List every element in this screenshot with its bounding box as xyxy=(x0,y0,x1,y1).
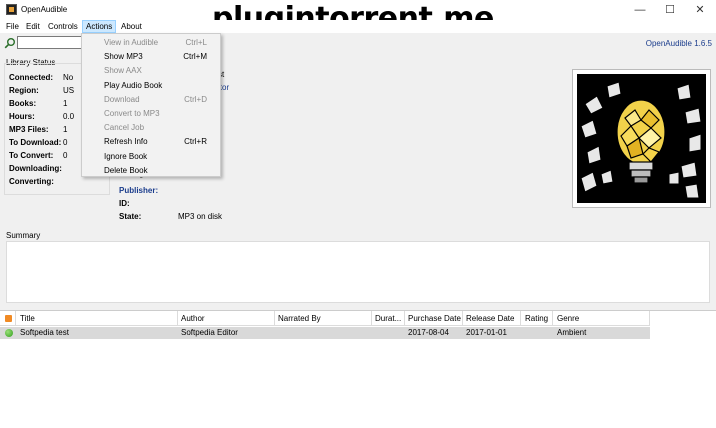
table-header: Title Author Narrated By Durat... Purcha… xyxy=(0,311,650,326)
cell-release-date: 2017-01-01 xyxy=(466,328,507,337)
status-value: 0.0 xyxy=(63,112,75,121)
column-rating[interactable]: Rating xyxy=(525,314,548,323)
column-divider[interactable] xyxy=(371,311,372,326)
menu-item-label: Ignore Book xyxy=(104,151,148,161)
menu-file[interactable]: File xyxy=(3,21,22,32)
status-value: 1 xyxy=(63,99,68,108)
summary-title: Summary xyxy=(6,231,41,240)
minimize-icon: — xyxy=(634,4,646,16)
state-label: State: xyxy=(119,212,142,221)
rss-icon xyxy=(5,315,12,322)
menu-item-label: View in Audible xyxy=(104,38,159,47)
id-label: ID: xyxy=(119,199,130,208)
menu-item-label: Play Audio Book xyxy=(104,80,163,90)
table-row[interactable]: Softpedia test Softpedia Editor 2017-08-… xyxy=(0,327,650,339)
menu-item-label: Cancel Job xyxy=(104,123,145,133)
menu-item-refresh-info[interactable]: Refresh Info Ctrl+R xyxy=(82,134,220,148)
column-divider[interactable] xyxy=(520,311,521,326)
column-divider[interactable] xyxy=(649,311,650,326)
maximize-icon: ☐ xyxy=(665,4,675,16)
menu-item-ignore-book[interactable]: Ignore Book xyxy=(82,149,220,163)
menu-edit[interactable]: Edit xyxy=(23,21,43,32)
status-value: No xyxy=(63,73,74,82)
column-divider[interactable] xyxy=(274,311,275,326)
cell-title: Softpedia test xyxy=(20,328,69,337)
minimize-button[interactable]: — xyxy=(625,0,655,20)
menu-item-play-audio-book[interactable]: Play Audio Book xyxy=(82,78,220,92)
column-genre[interactable]: Genre xyxy=(557,314,579,323)
status-value: 0 xyxy=(63,151,68,160)
publisher-label: Publisher: xyxy=(119,186,159,195)
menu-about[interactable]: About xyxy=(118,21,145,32)
status-value: US xyxy=(63,86,75,95)
column-title[interactable]: Title xyxy=(20,314,35,323)
column-narrated-by[interactable]: Narrated By xyxy=(278,314,321,323)
menu-item-label: Download xyxy=(104,94,140,104)
status-value: 1 xyxy=(63,125,68,134)
column-divider[interactable] xyxy=(15,311,16,326)
menu-bar: File Edit Controls Actions About xyxy=(0,20,716,33)
menu-item-shortcut: Ctrl+D xyxy=(184,94,207,104)
menu-item-shortcut: Ctrl+L xyxy=(185,38,207,47)
menu-item-shortcut: Ctrl+M xyxy=(183,52,207,62)
menu-item-cancel-job: Cancel Job xyxy=(82,120,220,134)
menu-item-convert-to-mp3: Convert to MP3 xyxy=(82,106,220,120)
column-divider[interactable] xyxy=(177,311,178,326)
status-label: Books: xyxy=(9,99,37,108)
column-release-date[interactable]: Release Date xyxy=(466,314,514,323)
app-icon xyxy=(6,4,17,15)
column-divider[interactable] xyxy=(404,311,405,326)
book-table: Title Author Narrated By Durat... Purcha… xyxy=(0,310,716,428)
menu-item-label: Show MP3 xyxy=(104,52,143,62)
status-label: Hours: xyxy=(9,112,35,121)
search-icon[interactable] xyxy=(4,37,16,49)
status-value: 0 xyxy=(63,138,68,147)
status-label: Connected: xyxy=(9,73,53,82)
close-icon: ✕ xyxy=(695,4,705,16)
column-author[interactable]: Author xyxy=(181,314,205,323)
column-purchase-date[interactable]: Purchase Date xyxy=(408,314,461,323)
menu-item-view-in-audible: View in Audible Ctrl+L xyxy=(82,35,220,49)
cell-purchase-date: 2017-08-04 xyxy=(408,328,449,337)
maximize-button[interactable]: ☐ xyxy=(655,0,685,20)
lightbulb-image xyxy=(577,74,706,203)
status-label: Converting: xyxy=(9,177,54,186)
book-cover xyxy=(572,69,711,208)
green-status-icon xyxy=(5,329,13,337)
column-divider[interactable] xyxy=(462,311,463,326)
menu-item-shortcut: Ctrl+R xyxy=(184,137,207,147)
state-value: MP3 on disk xyxy=(178,212,223,221)
menu-item-label: Delete Book xyxy=(104,165,148,175)
menu-controls[interactable]: Controls xyxy=(45,21,81,32)
status-label: Region: xyxy=(9,86,39,95)
menu-item-label: Refresh Info xyxy=(104,137,148,147)
status-label: MP3 Files: xyxy=(9,125,49,134)
menu-item-label: Convert to MP3 xyxy=(104,109,160,118)
menu-item-download: Download Ctrl+D xyxy=(82,92,220,106)
menu-actions[interactable]: Actions xyxy=(82,20,117,33)
status-label: Downloading: xyxy=(9,164,62,173)
cell-author: Softpedia Editor xyxy=(181,328,238,337)
summary-text-area[interactable] xyxy=(6,241,710,303)
cell-genre: Ambient xyxy=(557,328,587,337)
menu-item-show-mp3[interactable]: Show MP3 Ctrl+M xyxy=(82,49,220,63)
status-label: To Download: xyxy=(9,138,62,147)
version-label: OpenAudible 1.6.5 xyxy=(645,39,712,48)
search-input[interactable] xyxy=(17,36,87,49)
actions-dropdown-menu: View in Audible Ctrl+L Show MP3 Ctrl+M Show … xyxy=(81,33,221,177)
window-title: OpenAudible xyxy=(21,5,68,14)
menu-item-show-aax: Show AAX xyxy=(82,63,220,77)
column-divider[interactable] xyxy=(552,311,553,326)
cover-image xyxy=(577,74,706,203)
menu-item-label: Show AAX xyxy=(104,66,142,76)
close-button[interactable]: ✕ xyxy=(685,0,715,20)
status-label: To Convert: xyxy=(9,151,54,160)
menu-item-delete-book[interactable]: Delete Book xyxy=(82,163,220,177)
column-duration[interactable]: Durat... xyxy=(375,314,401,323)
